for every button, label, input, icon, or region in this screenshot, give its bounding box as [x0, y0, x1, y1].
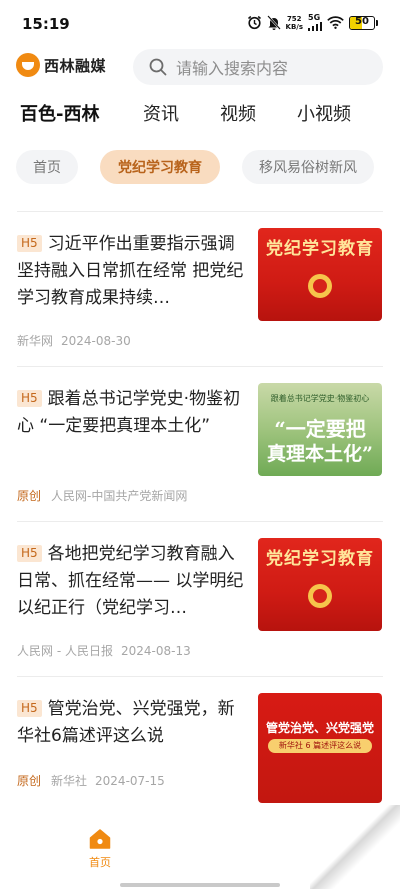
status-bar: 15:19 752 KB/s 5G 50	[0, 0, 400, 46]
article-card[interactable]: H5 习近平作出重要指示强调 坚持融入日常抓在经常 把党纪学习教育成果持续… 新华…	[0, 211, 400, 366]
article-date: 2024-08-13	[120, 644, 191, 658]
channel-tabs: 百色-西林 资讯 视频 小视频	[0, 100, 400, 130]
article-title-text: 各地把党纪学习教育融入日常、抓在经常—— 以学明纪 以纪正行（党纪学习…	[17, 544, 244, 618]
net-speed: 752 KB/s	[286, 15, 303, 31]
net-speed-unit: KB/s	[285, 22, 303, 31]
mute-icon	[266, 15, 281, 30]
h5-badge: H5	[17, 545, 42, 562]
gesture-bar[interactable]	[120, 883, 280, 887]
article-source: 人民网-中国共产党新闻网	[51, 489, 188, 503]
article-thumbnail: 跟着总书记学党史·物鉴初心 “一定要把 真理本土化”	[258, 383, 382, 476]
article-title: H5 跟着总书记学党史·物鉴初心 “一定要把真理本土化”	[17, 386, 249, 440]
party-emblem-icon	[308, 584, 332, 608]
status-icons: 752 KB/s 5G 50	[247, 14, 378, 31]
search-placeholder: 请输入搜索内容	[176, 59, 289, 78]
wifi-icon	[327, 16, 344, 29]
subtab-party-discipline[interactable]: 党纪学习教育	[100, 150, 220, 184]
thumbnail-caption-line2: 真理本土化”	[267, 443, 373, 465]
article-meta: 原创 人民网-中国共产党新闻网	[17, 487, 187, 504]
subtab-bar: 首页 党纪学习教育 移风易俗树新风	[0, 150, 400, 184]
article-thumbnail: 管党治党、兴党强党 新华社 6 篇述评这么说	[258, 693, 382, 803]
tab-short-video[interactable]: 小视频	[297, 100, 351, 126]
cell-signal: 5G	[308, 14, 322, 31]
article-title: H5 各地把党纪学习教育融入日常、抓在经常—— 以学明纪 以纪正行（党纪学习…	[17, 541, 249, 622]
original-tag: 原创	[17, 774, 42, 788]
search-bar[interactable]: 请输入搜索内容	[133, 49, 383, 85]
tab-news[interactable]: 资讯	[143, 100, 179, 126]
battery-level: 50	[355, 15, 369, 27]
app-header: 西林融媒 请输入搜索内容	[0, 49, 400, 85]
article-thumbnail: 党纪学习教育	[258, 228, 382, 321]
article-date: 2024-08-30	[61, 334, 131, 348]
network-type: 5G	[308, 13, 321, 22]
article-title-text: 跟着总书记学党史·物鉴初心 “一定要把真理本土化”	[17, 389, 241, 436]
article-date: 2024-07-15	[95, 774, 165, 788]
subtab-home[interactable]: 首页	[16, 150, 78, 184]
nav-home-label: 首页	[89, 856, 111, 869]
h5-badge: H5	[17, 700, 42, 717]
subtab-customs-reform[interactable]: 移风易俗树新风	[242, 150, 374, 184]
status-time: 15:19	[22, 15, 70, 33]
nav-home[interactable]: 首页	[78, 828, 122, 870]
search-icon	[149, 58, 167, 76]
party-emblem-icon	[308, 274, 332, 298]
tab-video[interactable]: 视频	[220, 100, 256, 126]
battery-icon: 50	[349, 15, 378, 30]
net-speed-value: 752	[286, 14, 302, 23]
h5-badge: H5	[17, 390, 42, 407]
page-curl-effect	[310, 805, 400, 889]
article-title-text: 习近平作出重要指示强调 坚持融入日常抓在经常 把党纪学习教育成果持续…	[17, 234, 244, 308]
article-card[interactable]: H5 各地把党纪学习教育融入日常、抓在经常—— 以学明纪 以纪正行（党纪学习… 人…	[0, 521, 400, 676]
thumbnail-caption: 党纪学习教育	[266, 239, 374, 259]
thumbnail-caption: 党纪学习教育	[266, 549, 374, 569]
logo-icon	[16, 53, 40, 77]
article-title: H5 习近平作出重要指示强调 坚持融入日常抓在经常 把党纪学习教育成果持续…	[17, 231, 249, 312]
original-tag: 原创	[17, 489, 42, 503]
article-source: 新华网	[17, 334, 54, 348]
thumbnail-subcaption: 新华社 6 篇述评这么说	[268, 739, 372, 753]
thumbnail-subcaption: 跟着总书记学党史·物鉴初心	[270, 394, 370, 403]
tab-baise-xilin[interactable]: 百色-西林	[20, 100, 99, 126]
article-title: H5 管党治党、兴党强党，新华社6篇述评这么说	[17, 696, 249, 750]
article-meta: 新华网 2024-08-30	[17, 332, 131, 349]
alarm-icon	[247, 15, 261, 30]
article-card[interactable]: H5 跟着总书记学党史·物鉴初心 “一定要把真理本土化” 原创 人民网-中国共产党新…	[0, 366, 400, 521]
article-meta: 人民网 - 人民日报 2024-08-13	[17, 642, 191, 659]
article-source: 人民网 - 人民日报	[17, 644, 113, 658]
home-icon	[89, 829, 111, 849]
h5-badge: H5	[17, 235, 42, 252]
thumbnail-caption-line1: “一定要把	[274, 417, 366, 441]
article-source: 新华社	[51, 774, 88, 788]
logo-text: 西林融媒	[44, 56, 107, 75]
article-card[interactable]: H5 管党治党、兴党强党，新华社6篇述评这么说 原创 新华社 2024-07-15 管…	[0, 676, 400, 806]
signal-icon	[308, 22, 322, 31]
app-logo[interactable]: 西林融媒	[16, 53, 106, 77]
article-meta: 原创 新华社 2024-07-15	[17, 772, 165, 789]
article-thumbnail: 党纪学习教育	[258, 538, 382, 631]
article-title-text: 管党治党、兴党强党，新华社6篇述评这么说	[17, 699, 235, 746]
app-screen: 15:19 752 KB/s 5G 50 西林融媒 请输入搜索内容 百色-西林 …	[0, 0, 400, 889]
thumbnail-caption: 管党治党、兴党强党	[265, 721, 374, 735]
